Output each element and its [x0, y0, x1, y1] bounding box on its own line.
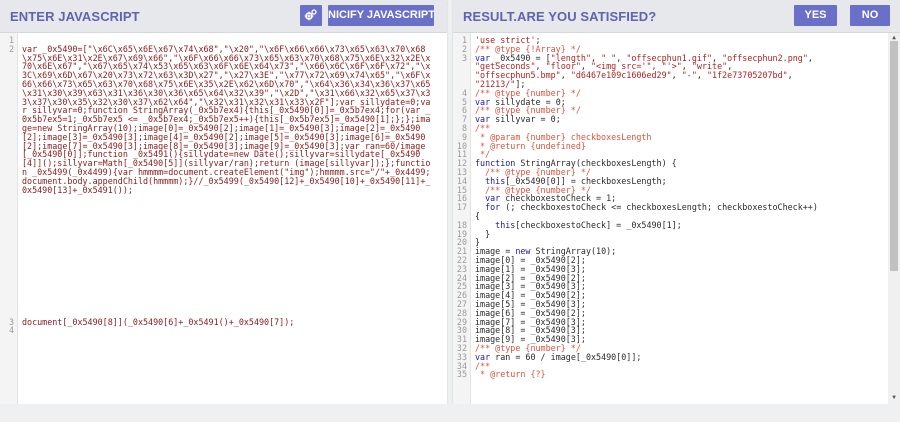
result-panel: RESULT. ARE YOU SATISFIED? YES NO 1'use … [453, 0, 900, 404]
scrollbar-thumb[interactable] [890, 41, 898, 271]
input-title: ENTER JAVASCRIPT [10, 9, 140, 24]
line-number: 17 [456, 202, 467, 213]
javascript-result-editor[interactable]: 1'use strict'; 2/** @type {!Array} */3 var… [453, 33, 900, 404]
no-button[interactable]: NO [850, 5, 890, 26]
settings-button[interactable] [300, 5, 322, 26]
code-line: * @return {undefined} [475, 140, 586, 151]
line-number: 2 [8, 43, 14, 54]
line-number: 35 [456, 369, 467, 380]
result-subtitle: ARE YOU SATISFIED? [517, 9, 657, 24]
input-panel: ENTER JAVASCRIPT NICIFY JAVASCRIPT 1 2 var… [0, 0, 447, 404]
line-number: 3 [461, 52, 467, 63]
nicify-javascript-button[interactable]: NICIFY JAVASCRIPT [328, 5, 435, 26]
line-number-gutter [0, 33, 18, 404]
code-line: document[_0x5490[8]](_0x5490[6]+_0x5491(… [22, 316, 295, 327]
result-scrollbar[interactable]: ▲ ▼ [888, 33, 900, 404]
code-line: var sillyvar = 0; [475, 114, 561, 125]
yes-button[interactable]: YES [794, 5, 837, 26]
code-line: var ran = 60 / image[_0x5490[0]]; [475, 351, 642, 362]
code-line: this[checkboxestoCheck] = _0x5490[1]; [495, 219, 682, 230]
code-line: } [475, 228, 491, 239]
code-line: for (; checkboxestoCheck <= checkboxesLe… [485, 202, 818, 213]
javascript-input-editor[interactable]: 1 2 var _0x5490=["\x6C\x65\x6E\x67\x74\x68… [0, 33, 447, 404]
line-number: 4 [8, 325, 14, 336]
input-header: ENTER JAVASCRIPT NICIFY JAVASCRIPT [0, 0, 447, 33]
gears-icon [304, 9, 317, 21]
code-line: var _0x5490=["\x6C\x65\x6E\x67\x74\x68",… [22, 43, 431, 195]
result-title: RESULT. [463, 9, 517, 24]
code-line: "offsecphun5.bmp", "d6467e109c1606ed29",… [475, 70, 793, 81]
result-header: RESULT. ARE YOU SATISFIED? YES NO [453, 0, 900, 33]
code-line: * @return {?} [475, 369, 546, 380]
page-footer [0, 404, 900, 422]
arrow-down-icon[interactable]: ▼ [888, 394, 900, 403]
